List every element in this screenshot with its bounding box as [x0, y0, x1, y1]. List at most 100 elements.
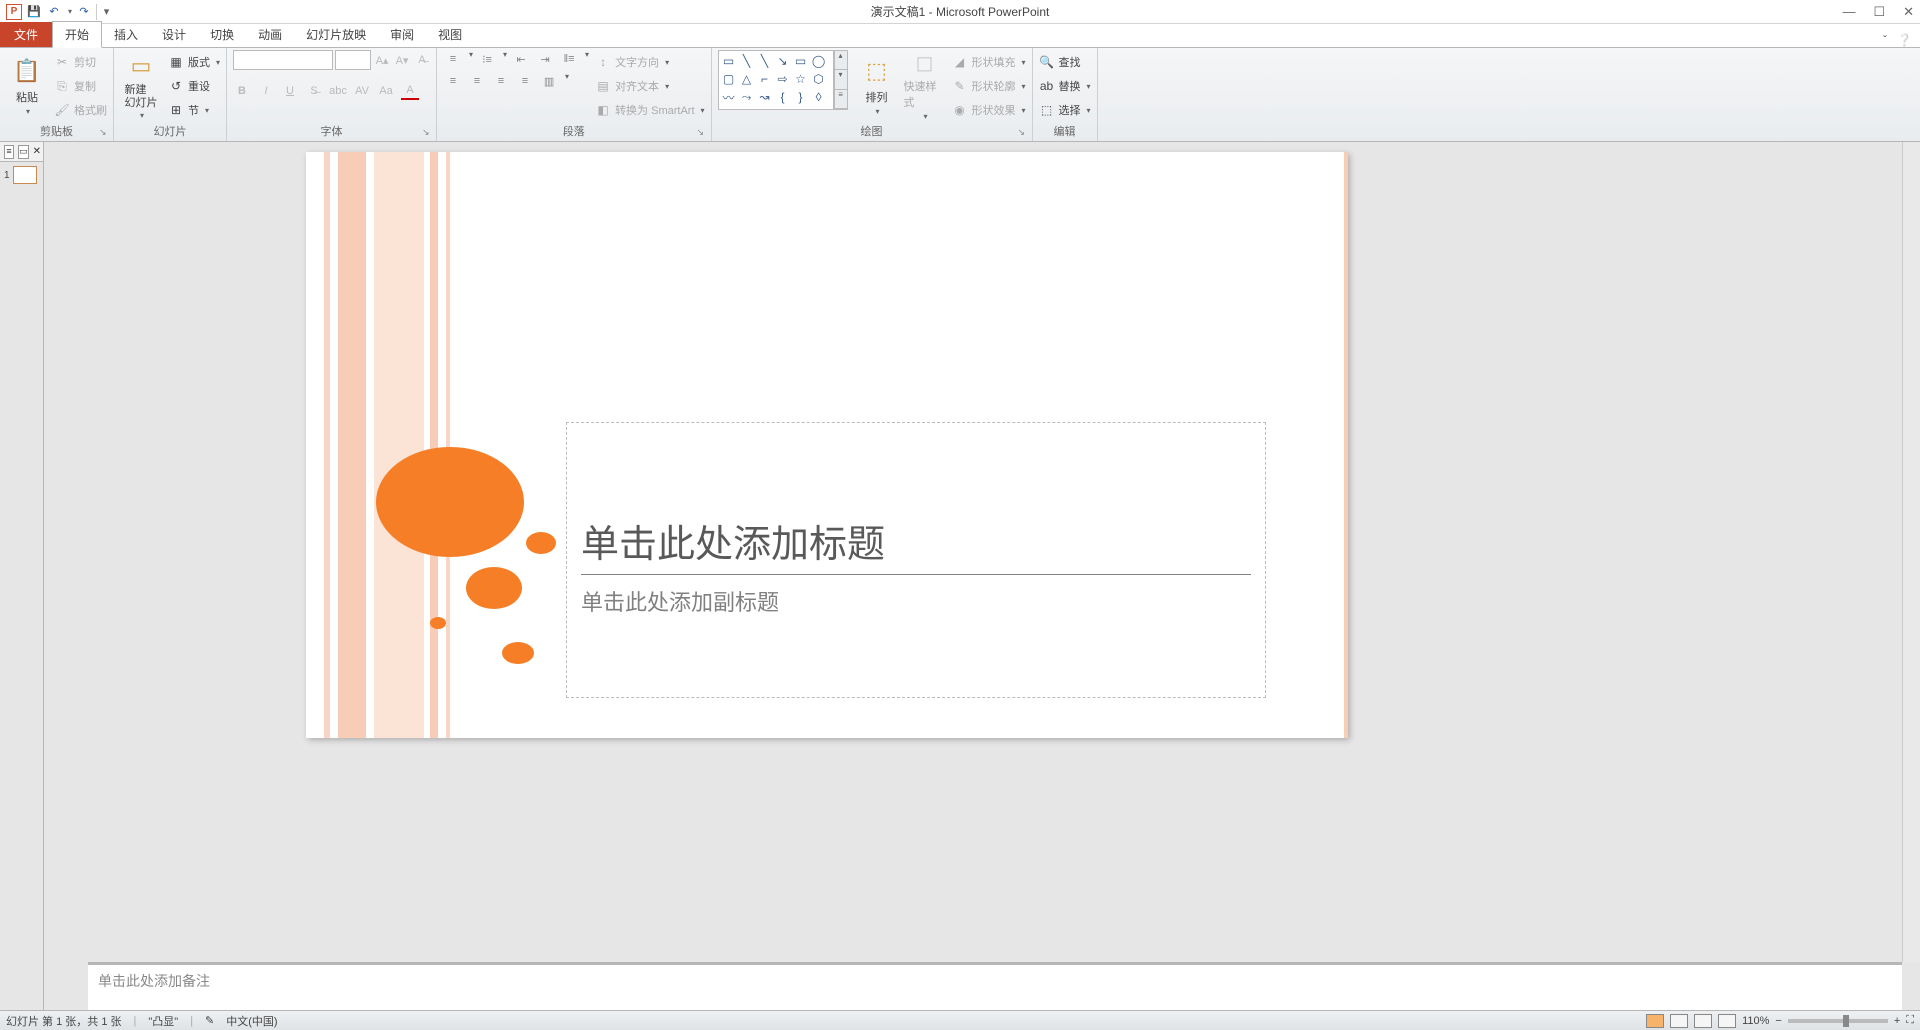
shape-arrow-icon[interactable]: ↘	[775, 53, 791, 69]
clear-format-icon[interactable]: A̶	[413, 51, 431, 69]
shape-curve-icon[interactable]: 〰	[721, 89, 737, 105]
tab-insert[interactable]: 插入	[102, 22, 150, 47]
zoom-level[interactable]: 110%	[1742, 1015, 1769, 1027]
shape-brace-icon[interactable]: {	[775, 89, 791, 105]
shape-conn2-icon[interactable]: ↝	[757, 89, 773, 105]
sorter-view-button[interactable]	[1670, 1014, 1688, 1028]
select-button[interactable]: ⬚选择▾	[1039, 100, 1091, 120]
shape-effects-button[interactable]: ◉形状效果▾	[952, 100, 1026, 120]
format-painter-button[interactable]: 🖌格式刷	[54, 100, 107, 120]
redo-icon[interactable]: ↷	[76, 4, 92, 20]
convert-smartart-button[interactable]: ◧转换为 SmartArt▾	[595, 100, 704, 120]
font-launcher-icon[interactable]: ↘	[422, 127, 434, 139]
outline-tab-icon[interactable]: ≡	[4, 145, 14, 159]
reset-button[interactable]: ↺重设	[168, 76, 220, 96]
shapes-gallery-scroll[interactable]: ▴▾≡	[834, 50, 848, 110]
maximize-icon[interactable]: ☐	[1873, 4, 1885, 20]
italic-button[interactable]: I	[257, 82, 275, 100]
shape-arrow2-icon[interactable]: ⇨	[775, 71, 791, 87]
close-icon[interactable]: ✕	[1903, 4, 1914, 20]
tab-review[interactable]: 审阅	[378, 22, 426, 47]
shape-brace2-icon[interactable]: }	[793, 89, 809, 105]
help-icon[interactable]: ❔	[1897, 33, 1912, 47]
shape-roundrect-icon[interactable]: ▢	[721, 71, 737, 87]
shadow-button[interactable]: abc	[329, 82, 347, 100]
layout-button[interactable]: ▦版式▾	[168, 52, 220, 72]
section-button[interactable]: ⊞节▾	[168, 100, 220, 120]
shapes-gallery[interactable]: ▭ ╲ ╲ ↘ ▭ ◯ ▢ △ ⌐ ⇨ ☆ ⬡ 〰 ⤳ ↝ { }	[718, 50, 834, 110]
title-placeholder[interactable]: 单击此处添加标题 单击此处添加副标题	[566, 422, 1266, 698]
new-slide-button[interactable]: ▭ 新建 幻灯片 ▾	[120, 50, 162, 120]
slides-tab-icon[interactable]: ▭	[18, 145, 29, 159]
shape-fill-button[interactable]: ◢形状填充▾	[952, 52, 1026, 72]
strikethrough-button[interactable]: S̶	[305, 82, 323, 100]
tab-transitions[interactable]: 切换	[198, 22, 246, 47]
paragraph-launcher-icon[interactable]: ↘	[697, 127, 709, 139]
underline-button[interactable]: U	[281, 82, 299, 100]
minimize-ribbon-icon[interactable]: ˇ	[1883, 33, 1887, 47]
char-spacing-button[interactable]: AV	[353, 82, 371, 100]
minimize-icon[interactable]: —	[1842, 4, 1855, 20]
shape-outline-button[interactable]: ✎形状轮廓▾	[952, 76, 1026, 96]
shape-line-icon[interactable]: ╲	[739, 53, 755, 69]
shape-conn-icon[interactable]: ⤳	[739, 89, 755, 105]
fit-to-window-button[interactable]: ⛶	[1906, 1014, 1914, 1027]
shape-star-icon[interactable]: ☆	[793, 71, 809, 87]
align-center-button[interactable]: ≡	[467, 72, 487, 90]
line-spacing-button[interactable]: ‖≡	[559, 50, 579, 68]
align-right-button[interactable]: ≡	[491, 72, 511, 90]
bold-button[interactable]: B	[233, 82, 251, 100]
quick-styles-button[interactable]: ◻ 快速样式 ▾	[904, 50, 946, 120]
change-case-button[interactable]: Aa	[377, 82, 395, 100]
decrease-font-icon[interactable]: A▾	[393, 51, 411, 69]
shape-triangle-icon[interactable]: △	[739, 71, 755, 87]
normal-view-button[interactable]	[1646, 1014, 1664, 1028]
numbering-button[interactable]: ⁝≡	[477, 50, 497, 68]
shape-line2-icon[interactable]: ╲	[757, 53, 773, 69]
tab-home[interactable]: 开始	[52, 21, 102, 48]
shape-rect2-icon[interactable]: ▭	[793, 53, 809, 69]
copy-button[interactable]: ⎘复制	[54, 76, 107, 96]
language-status[interactable]: 中文(中国)	[226, 1013, 277, 1029]
undo-icon[interactable]: ↶	[46, 4, 62, 20]
shape-rect-icon[interactable]: ▭	[721, 53, 737, 69]
align-text-button[interactable]: ▤对齐文本▾	[595, 76, 704, 96]
paste-button[interactable]: 📋 粘贴 ▾	[6, 50, 48, 120]
qat-customize-icon[interactable]: ▾	[96, 4, 112, 20]
save-icon[interactable]: 💾	[26, 4, 42, 20]
slide[interactable]: 单击此处添加标题 单击此处添加副标题	[306, 152, 1348, 738]
decrease-indent-button[interactable]: ⇤	[511, 50, 531, 68]
increase-indent-button[interactable]: ⇥	[535, 50, 555, 68]
zoom-out-button[interactable]: −	[1775, 1015, 1781, 1027]
slideshow-view-button[interactable]	[1718, 1014, 1736, 1028]
notes-placeholder[interactable]: 单击此处添加备注	[98, 973, 210, 989]
shape-hex-icon[interactable]: ⬡	[811, 71, 827, 87]
shape-l-icon[interactable]: ⌐	[757, 71, 773, 87]
arrange-button[interactable]: ⬚ 排列 ▾	[856, 50, 898, 120]
find-button[interactable]: 🔍查找	[1039, 52, 1091, 72]
tab-slideshow[interactable]: 幻灯片放映	[294, 22, 378, 47]
bullets-button[interactable]: ≡	[443, 50, 463, 68]
title-text[interactable]: 单击此处添加标题	[567, 423, 1265, 574]
zoom-slider[interactable]	[1788, 1019, 1888, 1023]
tab-animations[interactable]: 动画	[246, 22, 294, 47]
subtitle-text[interactable]: 单击此处添加副标题	[567, 575, 1265, 627]
undo-dropdown-icon[interactable]: ▾	[68, 7, 72, 16]
font-family-select[interactable]	[233, 50, 333, 70]
increase-font-icon[interactable]: A▴	[373, 51, 391, 69]
font-size-select[interactable]	[335, 50, 371, 70]
text-direction-button[interactable]: ↕文字方向▾	[595, 52, 704, 72]
cut-button[interactable]: ✂剪切	[54, 52, 107, 72]
spellcheck-icon[interactable]: ✎	[205, 1014, 214, 1027]
zoom-in-button[interactable]: +	[1894, 1015, 1900, 1027]
justify-button[interactable]: ≡	[515, 72, 535, 90]
vertical-scrollbar[interactable]	[1902, 142, 1920, 962]
columns-button[interactable]: ▥	[539, 72, 559, 90]
reading-view-button[interactable]	[1694, 1014, 1712, 1028]
tab-view[interactable]: 视图	[426, 22, 474, 47]
font-color-button[interactable]: A	[401, 82, 419, 100]
clipboard-launcher-icon[interactable]: ↘	[99, 127, 111, 139]
shape-oval-icon[interactable]: ◯	[811, 53, 827, 69]
shape-callout-icon[interactable]: ◊	[811, 89, 827, 105]
tab-design[interactable]: 设计	[150, 22, 198, 47]
